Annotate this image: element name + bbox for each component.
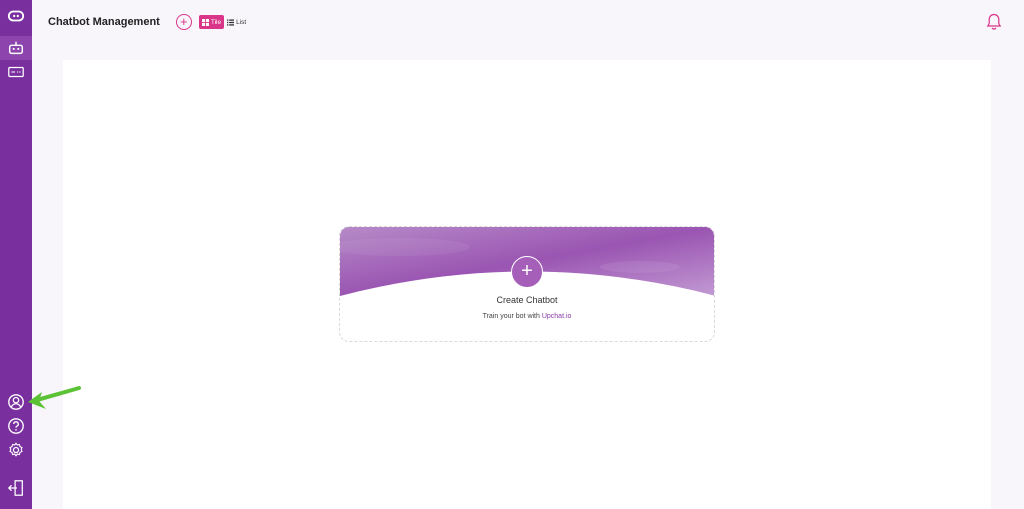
- card-subtitle: Train your bot with Upchat.io: [340, 313, 714, 320]
- add-chatbot-button[interactable]: +: [175, 14, 192, 30]
- grid-icon: [201, 18, 209, 26]
- list-icon: [227, 18, 235, 26]
- page-title: Chatbot Management: [48, 16, 160, 28]
- create-chatbot-plus-button[interactable]: +: [511, 256, 543, 288]
- sidebar: [0, 0, 32, 509]
- list-view-label: List: [236, 18, 247, 26]
- tile-view-label: Tile: [210, 18, 222, 26]
- create-chatbot-card[interactable]: + Create Chatbot Train your bot with Upc…: [339, 226, 715, 342]
- ticket-icon[interactable]: [5, 61, 27, 83]
- logout-icon[interactable]: [5, 477, 27, 499]
- upchat-link[interactable]: Upchat.io: [542, 313, 572, 320]
- bell-icon[interactable]: [986, 13, 1002, 31]
- header: Chatbot Management + Tile List: [32, 0, 1024, 44]
- card-subtitle-text: Train your bot with: [482, 313, 542, 320]
- list-view-button[interactable]: List: [224, 15, 249, 29]
- user-icon[interactable]: [5, 391, 27, 413]
- card-title: Create Chatbot: [496, 295, 558, 305]
- help-icon[interactable]: [5, 415, 27, 437]
- green-arrow-icon: [28, 386, 81, 409]
- chatbot-logo-icon[interactable]: [5, 5, 27, 27]
- robot-icon[interactable]: [5, 37, 27, 59]
- view-toggle: Tile List: [198, 15, 249, 29]
- tile-view-button[interactable]: Tile: [198, 15, 225, 29]
- settings-icon[interactable]: [5, 439, 27, 461]
